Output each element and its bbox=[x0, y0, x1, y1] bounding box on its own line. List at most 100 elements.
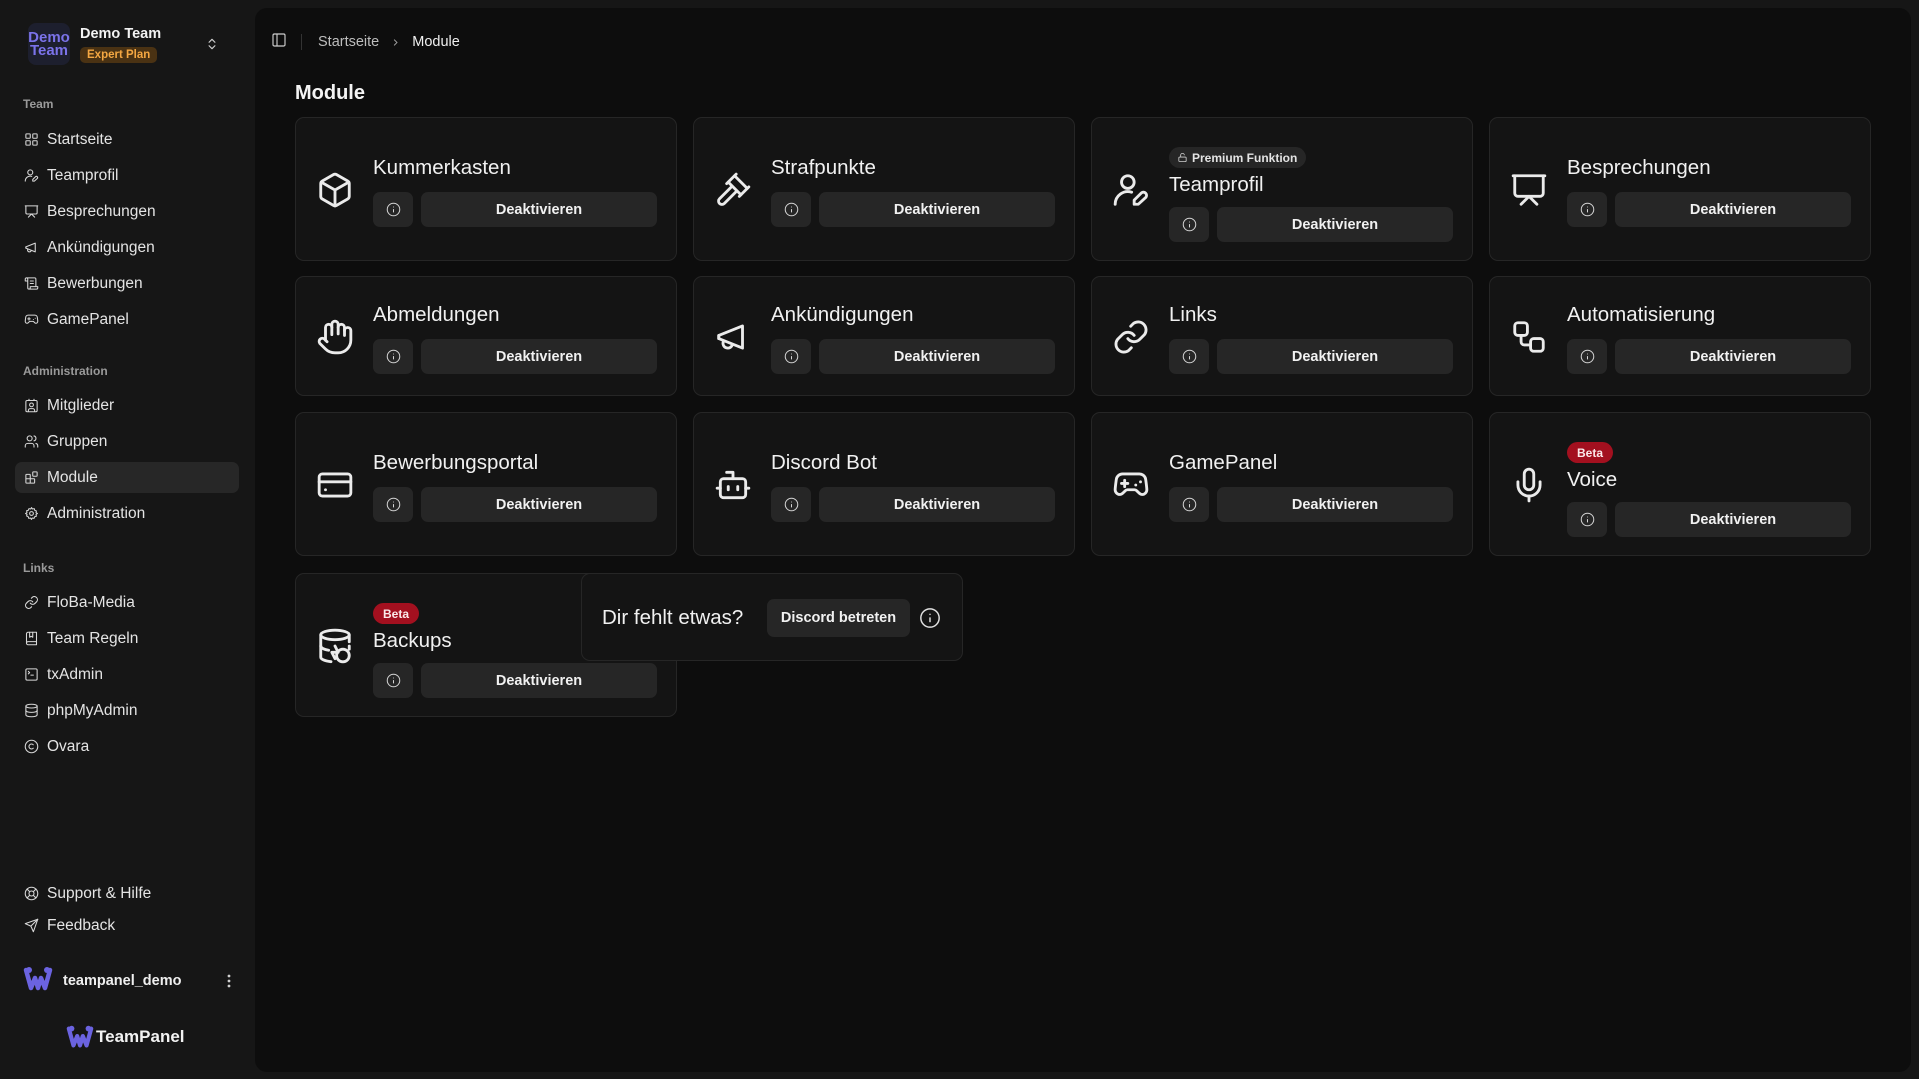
module-title: Ankündigungen bbox=[771, 303, 914, 326]
module-info-button[interactable] bbox=[1567, 339, 1607, 374]
module-info-button[interactable] bbox=[1567, 192, 1607, 227]
more-vertical-icon[interactable] bbox=[219, 971, 239, 991]
workflow-icon bbox=[1510, 318, 1548, 356]
deactivate-button[interactable]: Deaktivieren bbox=[1615, 339, 1851, 374]
deactivate-button[interactable]: Deaktivieren bbox=[421, 663, 657, 698]
info-icon bbox=[784, 349, 798, 364]
sidebar-item-bewerbungen[interactable]: Bewerbungen bbox=[15, 268, 239, 299]
brand: TeamPanel bbox=[66, 1024, 185, 1050]
module-card-teamprofil: Premium Funktion Teamprofil Deaktivieren bbox=[1091, 117, 1473, 261]
breadcrumb-current: Module bbox=[412, 34, 460, 50]
sidebar-section-administration: Administration bbox=[23, 364, 108, 378]
deactivate-button[interactable]: Deaktivieren bbox=[819, 339, 1055, 374]
module-info-button[interactable] bbox=[373, 192, 413, 227]
module-info-button[interactable] bbox=[1567, 502, 1607, 537]
info-icon bbox=[784, 497, 798, 512]
megaphone-icon bbox=[23, 240, 39, 256]
deactivate-button[interactable]: Deaktivieren bbox=[1615, 502, 1851, 537]
sidebar-item-startseite[interactable]: Startseite bbox=[15, 124, 239, 155]
deactivate-button[interactable]: Deaktivieren bbox=[421, 487, 657, 522]
link-icon bbox=[23, 595, 39, 611]
gavel-icon bbox=[714, 171, 752, 209]
hand-icon bbox=[316, 318, 354, 356]
module-title: Links bbox=[1169, 303, 1217, 326]
presentation-icon bbox=[1510, 171, 1548, 209]
module-card-kummerkasten: Kummerkasten Deaktivieren bbox=[295, 117, 677, 261]
module-info-button[interactable] bbox=[771, 339, 811, 374]
sidebar-item-gamepanel[interactable]: GamePanel bbox=[15, 304, 239, 335]
sidebar-item-support-hilfe[interactable]: Support & Hilfe bbox=[15, 878, 239, 909]
scroll-icon bbox=[23, 276, 39, 292]
module-info-button[interactable] bbox=[373, 663, 413, 698]
team-meta: Demo Team Expert Plan bbox=[80, 26, 205, 63]
info-icon bbox=[784, 202, 798, 217]
info-icon bbox=[1580, 349, 1594, 364]
sidebar-item-besprechungen[interactable]: Besprechungen bbox=[15, 196, 239, 227]
module-title: Bewerbungsportal bbox=[373, 451, 539, 474]
gamepad-icon bbox=[23, 312, 39, 328]
missing-feature-card: Dir fehlt etwas? Discord betreten bbox=[581, 573, 963, 661]
sidebar-item-team-regeln[interactable]: Team Regeln bbox=[15, 623, 239, 654]
sidebar-item-ank-ndigungen[interactable]: Ankündigungen bbox=[15, 232, 239, 263]
terminal-icon bbox=[23, 667, 39, 683]
sidebar-item-label: Ovara bbox=[47, 737, 90, 755]
module-info-button[interactable] bbox=[1169, 339, 1209, 374]
avatar bbox=[23, 966, 53, 997]
beta-badge: Beta bbox=[373, 603, 420, 624]
sidebar-item-txadmin[interactable]: txAdmin bbox=[15, 659, 239, 690]
join-discord-button[interactable]: Discord betreten bbox=[767, 599, 910, 637]
breadcrumb-home[interactable]: Startseite bbox=[318, 34, 379, 50]
module-info-button[interactable] bbox=[771, 487, 811, 522]
link-icon bbox=[1112, 318, 1150, 356]
deactivate-button[interactable]: Deaktivieren bbox=[819, 487, 1055, 522]
user-pen-icon bbox=[1112, 171, 1150, 209]
info-icon bbox=[386, 349, 400, 364]
module-card-strafpunkte: Strafpunkte Deaktivieren bbox=[693, 117, 1075, 261]
sidebar-item-feedback[interactable]: Feedback bbox=[15, 910, 239, 941]
sidebar-item-teamprofil[interactable]: Teamprofil bbox=[15, 160, 239, 191]
deactivate-button[interactable]: Deaktivieren bbox=[1217, 487, 1453, 522]
user-menu[interactable]: teampanel_demo bbox=[15, 964, 239, 998]
sidebar-item-label: Ankündigungen bbox=[47, 238, 155, 256]
sidebar-item-module[interactable]: Module bbox=[15, 462, 239, 493]
team-switcher[interactable]: Demo Team Demo Team Expert Plan bbox=[15, 16, 230, 72]
credit-card-icon bbox=[316, 466, 354, 504]
sidebar-toggle-icon[interactable] bbox=[271, 32, 287, 53]
send-icon bbox=[23, 918, 39, 934]
module-info-button[interactable] bbox=[1169, 207, 1209, 242]
module-card-abmeldungen: Abmeldungen Deaktivieren bbox=[295, 276, 677, 396]
sidebar-item-administration[interactable]: Administration bbox=[15, 498, 239, 529]
sidebar-item-mitglieder[interactable]: Mitglieder bbox=[15, 390, 239, 421]
sidebar-item-label: Startseite bbox=[47, 130, 113, 148]
module-card-bewerbungsportal: Bewerbungsportal Deaktivieren bbox=[295, 412, 677, 556]
module-info-button[interactable] bbox=[771, 192, 811, 227]
deactivate-button[interactable]: Deaktivieren bbox=[421, 339, 657, 374]
team-logo: Demo Team bbox=[28, 23, 70, 65]
database-backup-icon bbox=[316, 627, 354, 665]
main-panel: Startseite Module Module Kummerkasten Dea… bbox=[255, 8, 1911, 1072]
module-title: Abmeldungen bbox=[373, 303, 500, 326]
sidebar-item-label: txAdmin bbox=[47, 665, 103, 683]
module-card-besprechungen: Besprechungen Deaktivieren bbox=[1489, 117, 1871, 261]
deactivate-button[interactable]: Deaktivieren bbox=[1217, 339, 1453, 374]
module-info-button[interactable] bbox=[373, 339, 413, 374]
user-pen-icon bbox=[23, 168, 39, 184]
brand-name: TeamPanel bbox=[96, 1027, 185, 1046]
module-title: Voice bbox=[1567, 468, 1618, 491]
deactivate-button[interactable]: Deaktivieren bbox=[819, 192, 1055, 227]
info-icon[interactable] bbox=[919, 607, 941, 629]
deactivate-button[interactable]: Deaktivieren bbox=[421, 192, 657, 227]
sidebar-item-floba-media[interactable]: FloBa-Media bbox=[15, 587, 239, 618]
sidebar-item-label: GamePanel bbox=[47, 310, 129, 328]
sidebar-item-label: Module bbox=[47, 468, 98, 486]
sidebar-item-ovara[interactable]: Ovara bbox=[15, 731, 239, 762]
sidebar-item-label: Teamprofil bbox=[47, 166, 119, 184]
sidebar-item-gruppen[interactable]: Gruppen bbox=[15, 426, 239, 457]
deactivate-button[interactable]: Deaktivieren bbox=[1615, 192, 1851, 227]
sidebar-item-label: Support & Hilfe bbox=[47, 884, 152, 902]
sidebar-item-label: FloBa-Media bbox=[47, 593, 135, 611]
module-info-button[interactable] bbox=[1169, 487, 1209, 522]
deactivate-button[interactable]: Deaktivieren bbox=[1217, 207, 1453, 242]
sidebar-item-phpmyadmin[interactable]: phpMyAdmin bbox=[15, 695, 239, 726]
module-info-button[interactable] bbox=[373, 487, 413, 522]
